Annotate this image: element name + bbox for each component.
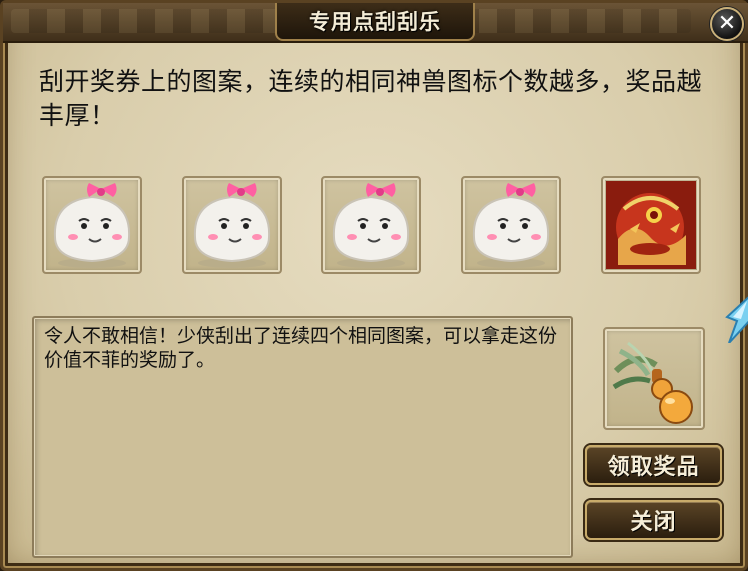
reward-item-slot[interactable] — [603, 327, 705, 430]
scratch-slot-2[interactable] — [182, 176, 282, 274]
bunny-bun-icon — [193, 183, 271, 268]
scratch-slot-4[interactable] — [461, 176, 561, 274]
bunny-bun-icon — [332, 183, 410, 268]
crystal-shard-icon — [725, 296, 748, 343]
bunny-bun-icon — [53, 183, 131, 268]
scratch-card-dialog: 专用点刮刮乐 ✕ 刮开奖券上的图案，连续的相同神兽图标个数越多，奖品越丰厚！ 令… — [0, 0, 748, 571]
scratch-slot-3[interactable] — [321, 176, 421, 274]
dialog-title: 专用点刮刮乐 — [275, 3, 475, 41]
gourd-with-leaves-icon — [612, 341, 693, 424]
instructions-text: 刮开奖券上的图案，连续的相同神兽图标个数越多，奖品越丰厚！ — [39, 67, 703, 130]
red-beast-icon — [606, 181, 696, 269]
close-icon-button[interactable]: ✕ — [710, 7, 744, 41]
close-icon: ✕ — [717, 11, 737, 36]
result-message-text: 令人不敢相信！少侠刮出了连续四个相同图案，可以拿走这份价值不菲的奖励了。 — [44, 325, 558, 371]
scratch-slot-5[interactable] — [601, 176, 701, 274]
claim-prize-button[interactable]: 领取奖品 — [585, 445, 722, 485]
close-button[interactable]: 关闭 — [585, 500, 722, 540]
result-message-box: 令人不敢相信！少侠刮出了连续四个相同图案，可以拿走这份价值不菲的奖励了。 — [32, 316, 573, 558]
scratch-slot-1[interactable] — [42, 176, 142, 274]
bunny-bun-icon — [472, 183, 550, 268]
